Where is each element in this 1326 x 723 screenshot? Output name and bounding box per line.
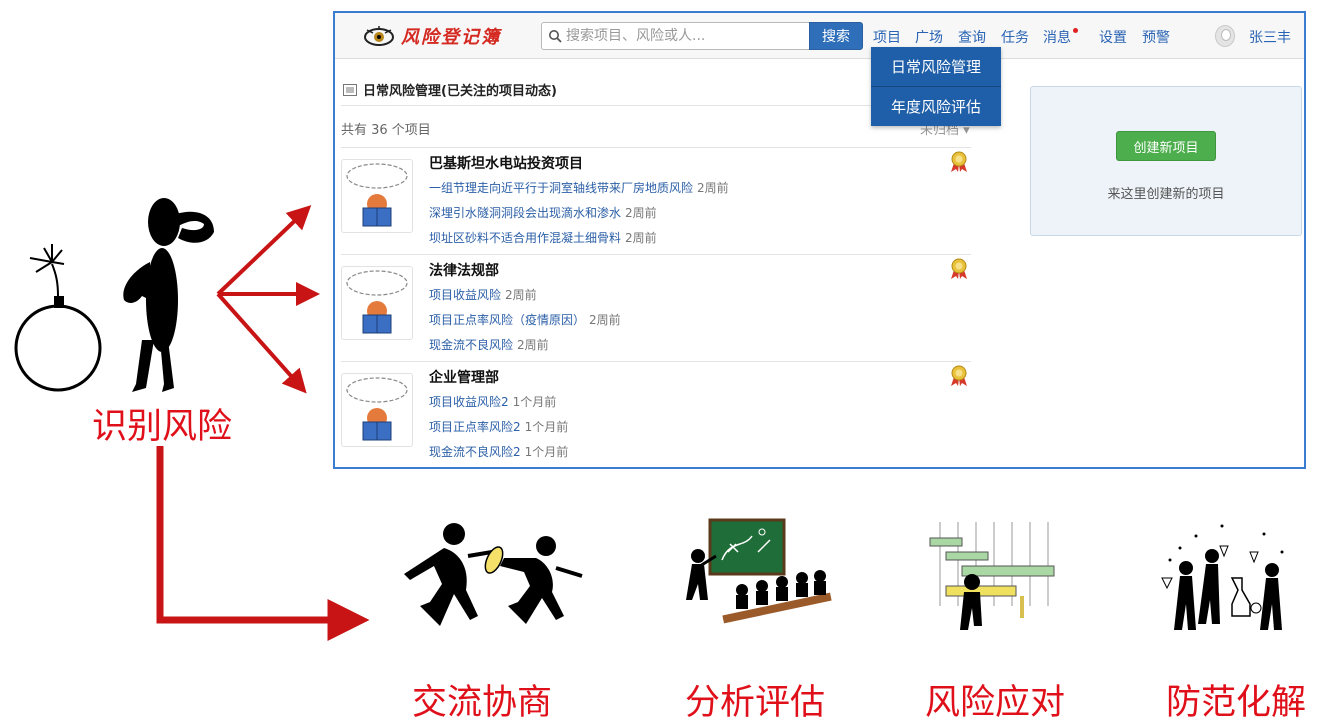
search-input[interactable]: [566, 26, 806, 46]
label-communicate: 交流协商: [412, 683, 553, 723]
top-navbar: 风险登记簿 搜索 项目 广场 查询 任务 消息 设置 预警 张三丰: [335, 13, 1304, 59]
risk-item[interactable]: 坝址区砂料不适合用作混凝土细骨料 2周前: [429, 229, 657, 246]
project-card: 法律法规部 项目收益风险 2周前 项目正点率风险（疫情原因） 2周前 现金流不良风险…: [341, 256, 971, 362]
risk-item[interactable]: 现金流不良风险 2周前: [429, 336, 549, 353]
section-header: 日常风险管理(已关注的项目动态): [343, 80, 557, 99]
nav-alerts[interactable]: 预警: [1142, 27, 1170, 47]
runners-relay-icon: [404, 523, 583, 626]
risk-register-app: 风险登记簿 搜索 项目 广场 查询 任务 消息 设置 预警 张三丰 日常风险管理…: [333, 11, 1306, 469]
nav-query[interactable]: 查询: [958, 27, 986, 47]
risk-item[interactable]: 项目正点率风险（疫情原因） 2周前: [429, 311, 621, 328]
label-respond: 风险应对: [925, 683, 1066, 723]
logo[interactable]: 风险登记簿: [363, 23, 501, 49]
create-project-button[interactable]: 创建新项目: [1116, 131, 1216, 161]
section-title: 日常风险管理(已关注的项目动态): [363, 84, 557, 99]
classroom-blackboard-icon: [686, 518, 832, 624]
nav-square[interactable]: 广场: [915, 27, 943, 47]
risk-item[interactable]: 一组节理走向近平行于洞室轴线带来厂房地质风险 2周前: [429, 179, 729, 196]
create-project-panel: 创建新项目 来这里创建新的项目: [1030, 86, 1302, 236]
dropdown-item-annual-assessment[interactable]: 年度风险评估: [871, 87, 1001, 125]
label-analyze: 分析评估: [685, 683, 826, 723]
search-box: [541, 22, 811, 50]
divider: [341, 147, 971, 148]
risk-item[interactable]: 项目收益风险2 1个月前: [429, 393, 556, 410]
risk-item[interactable]: 深埋引水隧洞洞段会出现滴水和渗水 2周前: [429, 204, 657, 221]
arrow-elbow: [156, 446, 370, 641]
project-title[interactable]: 巴基斯坦水电站投资项目: [429, 153, 583, 173]
logo-text: 风险登记簿: [401, 27, 501, 48]
award-badge-icon: [951, 151, 967, 172]
label-prevent: 防范化解: [1166, 683, 1307, 723]
nav-messages[interactable]: 消息: [1043, 27, 1071, 47]
celebration-icon: [1161, 524, 1284, 630]
search-icon: [549, 30, 562, 43]
thinking-man-icon: [123, 198, 214, 392]
divider: [341, 467, 971, 468]
reading-person-icon: [341, 373, 413, 447]
dropdown-item-daily-risk[interactable]: 日常风险管理: [871, 47, 1001, 85]
risk-item[interactable]: 现金流不良风险2 1个月前: [429, 443, 568, 460]
gantt-chart-icon: [929, 522, 1055, 630]
award-badge-icon: [951, 365, 967, 386]
user-avatar[interactable]: [1215, 25, 1235, 47]
nav-settings[interactable]: 设置: [1099, 27, 1127, 47]
message-notification-dot: [1073, 28, 1078, 33]
project-title[interactable]: 企业管理部: [429, 367, 499, 387]
bomb-icon: [14, 244, 102, 392]
project-card: 企业管理部 项目收益风险2 1个月前 项目正点率风险2 1个月前 现金流不良风险2 1…: [341, 363, 971, 467]
reading-person-icon: [341, 266, 413, 340]
reading-person-icon: [341, 159, 413, 233]
search-button[interactable]: 搜索: [809, 22, 863, 50]
eye-logo-icon: [364, 26, 394, 46]
list-icon: [343, 83, 357, 96]
arrow-up: [216, 205, 312, 296]
projects-dropdown-menu: 日常风险管理 年度风险评估: [871, 47, 1001, 126]
risk-item[interactable]: 项目收益风险 2周前: [429, 286, 537, 303]
create-project-hint: 来这里创建新的项目: [1107, 187, 1225, 202]
project-count: 共有 36 个项目: [341, 123, 431, 138]
user-name[interactable]: 张三丰: [1249, 27, 1291, 47]
project-card: 巴基斯坦水电站投资项目 一组节理走向近平行于洞室轴线带来厂房地质风险 2周前 深埋…: [341, 149, 971, 255]
divider: [341, 361, 971, 362]
label-identify-risk: 识别风险: [92, 407, 233, 447]
divider: [341, 254, 971, 255]
nav-tasks[interactable]: 任务: [1001, 27, 1029, 47]
project-title[interactable]: 法律法规部: [429, 260, 499, 280]
nav-projects[interactable]: 项目: [873, 27, 901, 47]
arrow-down: [216, 292, 307, 394]
award-badge-icon: [951, 258, 967, 279]
risk-item[interactable]: 项目正点率风险2 1个月前: [429, 418, 568, 435]
